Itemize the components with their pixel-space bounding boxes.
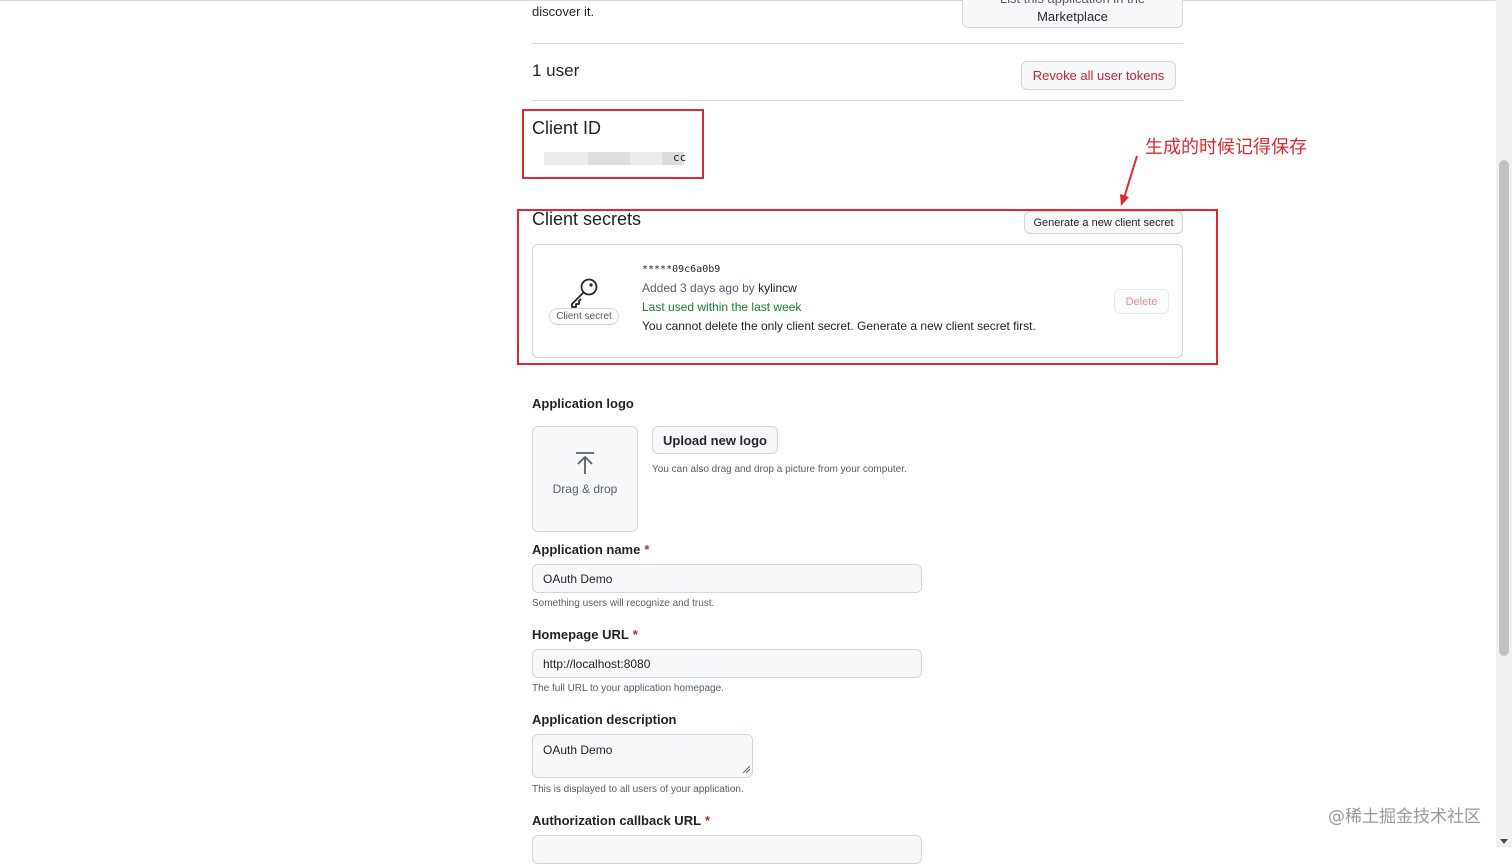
- application-description-textarea[interactable]: OAuth Demo: [532, 734, 753, 778]
- required-mark: *: [632, 627, 638, 642]
- homepage-url-hint: The full URL to your application homepag…: [532, 683, 724, 694]
- annotation-arrow-icon: [1120, 155, 1138, 206]
- scrollbar-thumb[interactable]: [1499, 160, 1509, 656]
- upload-arrow-icon: [576, 452, 594, 474]
- revoke-all-user-tokens-button[interactable]: Revoke all user tokens: [1021, 61, 1176, 90]
- client-id-highlight-box: [522, 109, 704, 179]
- upload-logo-note: You can also drag and drop a picture fro…: [652, 464, 907, 475]
- vertical-scrollbar[interactable]: [1496, 0, 1512, 847]
- application-name-label: Application name *: [532, 542, 649, 557]
- application-description-hint: This is displayed to all users of your a…: [532, 784, 744, 795]
- users-count-heading: 1 user: [532, 61, 580, 80]
- resize-grip-icon[interactable]: [742, 765, 750, 773]
- homepage-url-label-text: Homepage URL: [532, 627, 629, 642]
- application-name-hint: Something users will recognize and trust…: [532, 598, 715, 609]
- list-in-marketplace-button[interactable]: List this application in the Marketplace: [962, 0, 1183, 28]
- application-name-input[interactable]: [532, 564, 922, 593]
- application-name-label-text: Application name: [532, 542, 641, 557]
- scroll-down-arrow-icon[interactable]: [1500, 839, 1508, 844]
- application-description-label: Application description: [532, 712, 677, 727]
- required-mark: *: [644, 542, 650, 557]
- marketplace-button-line2: Marketplace: [1037, 9, 1108, 24]
- marketplace-description: discover it.: [532, 4, 595, 19]
- homepage-url-label: Homepage URL *: [532, 627, 638, 642]
- drag-drop-text: Drag & drop: [552, 482, 618, 496]
- callback-url-label-text: Authorization callback URL: [532, 813, 702, 828]
- watermark: @稀土掘金技术社区: [1328, 807, 1481, 827]
- logo-drop-zone[interactable]: Drag & drop: [532, 426, 638, 532]
- callback-url-label: Authorization callback URL *: [532, 813, 710, 828]
- callback-url-input[interactable]: [532, 835, 922, 864]
- upload-new-logo-button[interactable]: Upload new logo: [652, 426, 778, 454]
- homepage-url-input[interactable]: [532, 649, 922, 678]
- client-secrets-highlight-box: [517, 209, 1218, 365]
- required-mark: *: [705, 813, 711, 828]
- section-divider: [532, 43, 1183, 44]
- application-logo-label: Application logo: [532, 396, 634, 411]
- annotation-note: 生成的时候记得保存: [1145, 137, 1307, 158]
- section-divider: [532, 100, 1183, 101]
- marketplace-button-line1: List this application in the: [1000, 0, 1145, 8]
